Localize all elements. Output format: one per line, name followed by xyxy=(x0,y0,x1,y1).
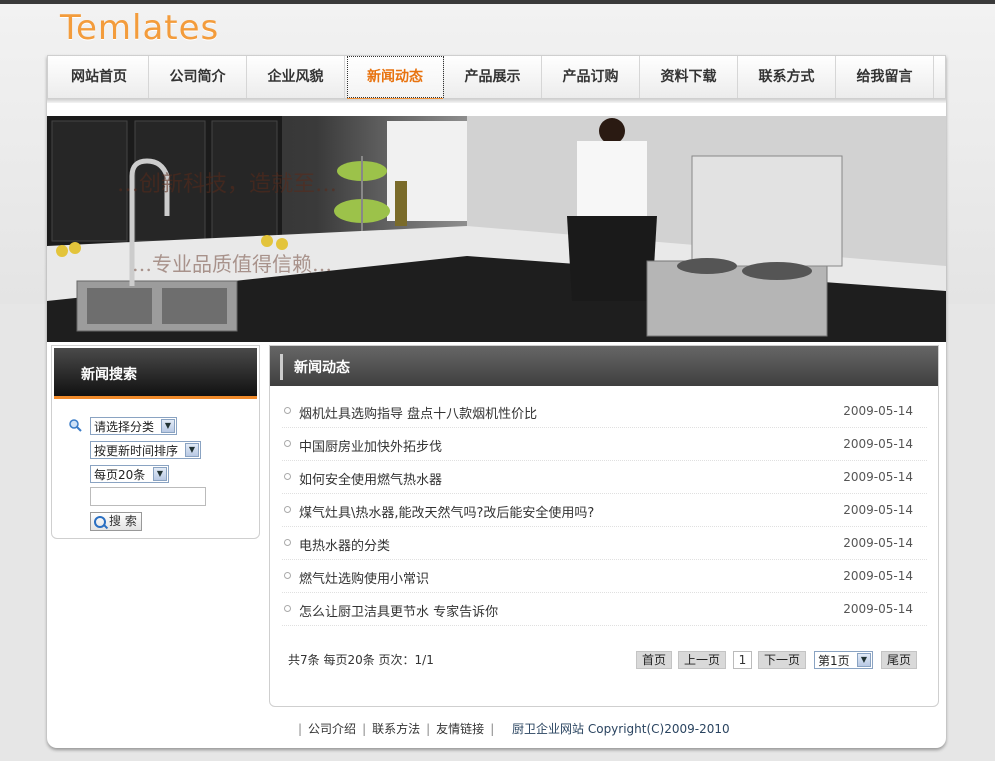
footer-link-contact[interactable]: 联系方法 xyxy=(372,722,420,736)
news-date: 2009-05-14 xyxy=(843,503,913,517)
news-list-header: 新闻动态 xyxy=(270,346,938,386)
pager-page-select-value: 第1页 xyxy=(818,654,850,668)
news-date: 2009-05-14 xyxy=(843,437,913,451)
footer-links: | 公司介绍 | 联系方法 | 友情链接 | xyxy=(292,720,500,737)
news-list-title: 新闻动态 xyxy=(294,360,350,376)
news-row: 烟机灶具选购指导 盘点十八款烟机性价比 2009-05-14 xyxy=(282,395,927,428)
banner-overlay-text-2: …专业品质值得信赖… xyxy=(132,252,332,276)
pager-page-select[interactable]: 第1页 ▼ xyxy=(814,651,873,669)
chevron-down-icon: ▼ xyxy=(185,443,199,457)
nav-products[interactable]: 产品展示 xyxy=(444,56,542,98)
banner-illustration: …创新科技，造就至… …专业品质值得信赖… xyxy=(47,116,946,342)
news-date: 2009-05-14 xyxy=(843,569,913,583)
search-icon xyxy=(69,419,82,432)
pager-first-button[interactable]: 首页 xyxy=(636,651,672,669)
news-date: 2009-05-14 xyxy=(843,602,913,616)
nav-shadow xyxy=(47,99,946,103)
nav-news[interactable]: 新闻动态 xyxy=(347,56,444,103)
nav-order[interactable]: 产品订购 xyxy=(542,56,640,98)
news-row: 怎么让厨卫洁具更节水 专家告诉你 2009-05-14 xyxy=(282,593,927,626)
search-button-label: 搜 索 xyxy=(109,514,137,528)
news-title-link[interactable]: 煤气灶具\热水器,能改天然气吗?改后能安全使用吗? xyxy=(299,502,594,521)
news-title-link[interactable]: 燃气灶选购使用小常识 xyxy=(299,568,429,587)
news-title-link[interactable]: 烟机灶具选购指导 盘点十八款烟机性价比 xyxy=(299,403,537,422)
pager-current-page: 1 xyxy=(733,651,752,669)
news-list-panel: 新闻动态 烟机灶具选购指导 盘点十八款烟机性价比 2009-05-14 中国厨房… xyxy=(269,345,939,707)
category-select-value: 请选择分类 xyxy=(94,420,155,434)
news-row: 煤气灶具\热水器,能改天然气吗?改后能安全使用吗? 2009-05-14 xyxy=(282,494,927,527)
news-row: 电热水器的分类 2009-05-14 xyxy=(282,527,927,560)
footer-link-friends[interactable]: 友情链接 xyxy=(436,722,484,736)
news-search-header: 新闻搜索 xyxy=(54,348,257,399)
bullet-icon xyxy=(284,605,291,612)
nav-message[interactable]: 给我留言 xyxy=(836,56,934,98)
news-title-link[interactable]: 如何安全使用燃气热水器 xyxy=(299,469,442,488)
footer-copyright-text: Copyright(C)2009-2010 xyxy=(587,722,730,736)
news-search-title: 新闻搜索 xyxy=(81,367,137,383)
pager-info: 共7条 每页20条 页次：1/1 xyxy=(288,653,434,667)
bullet-icon xyxy=(284,407,291,414)
header-accent-bar xyxy=(280,354,283,380)
nav-style[interactable]: 企业风貌 xyxy=(247,56,345,98)
news-date: 2009-05-14 xyxy=(843,404,913,418)
bullet-icon xyxy=(284,506,291,513)
news-row: 中国厨房业加快外拓步伐 2009-05-14 xyxy=(282,428,927,461)
news-row: 燃气灶选购使用小常识 2009-05-14 xyxy=(282,560,927,593)
news-row: 如何安全使用燃气热水器 2009-05-14 xyxy=(282,461,927,494)
pager-next-button[interactable]: 下一页 xyxy=(758,651,806,669)
search-button[interactable]: 搜 索 xyxy=(90,512,142,531)
bullet-icon xyxy=(284,473,291,480)
banner-kitchen-image: …创新科技，造就至… …专业品质值得信赖… xyxy=(47,116,946,342)
footer-separator: | xyxy=(490,722,495,736)
nav-about[interactable]: 公司简介 xyxy=(149,56,247,98)
pagesize-select[interactable]: 每页20条 ▼ xyxy=(90,465,169,483)
footer-separator: | xyxy=(426,722,431,736)
chevron-down-icon: ▼ xyxy=(153,467,167,481)
footer-copyright: 厨卫企业网站 Copyright(C)2009-2010 xyxy=(512,720,730,737)
chevron-down-icon: ▼ xyxy=(161,419,175,433)
footer-site-name: 厨卫企业网站 xyxy=(512,722,585,736)
sort-select-value: 按更新时间排序 xyxy=(94,444,179,458)
page-container: 网站首页 公司简介 企业风貌 新闻动态 产品展示 产品订购 资料下载 联系方式 … xyxy=(47,55,946,748)
footer-link-about[interactable]: 公司介绍 xyxy=(308,722,356,736)
main-nav: 网站首页 公司简介 企业风貌 新闻动态 产品展示 产品订购 资料下载 联系方式 … xyxy=(47,55,946,103)
pagesize-select-value: 每页20条 xyxy=(94,468,146,482)
news-date: 2009-05-14 xyxy=(843,470,913,484)
news-title-link[interactable]: 怎么让厨卫洁具更节水 专家告诉你 xyxy=(299,601,498,620)
sort-select[interactable]: 按更新时间排序 ▼ xyxy=(90,441,201,459)
chevron-down-icon: ▼ xyxy=(857,653,871,667)
news-title-link[interactable]: 电热水器的分类 xyxy=(299,535,390,554)
nav-home[interactable]: 网站首页 xyxy=(50,56,149,98)
nav-contact[interactable]: 联系方式 xyxy=(738,56,836,98)
footer-separator: | xyxy=(298,722,303,736)
pager-last-button[interactable]: 尾页 xyxy=(881,651,917,669)
magnifier-icon xyxy=(94,516,106,528)
news-search-panel: 新闻搜索 请选择分类 ▼ 按更新时间排序 ▼ 每页20条 ▼ 搜 索 xyxy=(51,345,260,539)
pager-prev-button[interactable]: 上一页 xyxy=(678,651,726,669)
bullet-icon xyxy=(284,440,291,447)
news-title-link[interactable]: 中国厨房业加快外拓步伐 xyxy=(299,436,442,455)
footer-separator: | xyxy=(362,722,367,736)
keyword-input[interactable] xyxy=(90,487,206,506)
category-select[interactable]: 请选择分类 ▼ xyxy=(90,417,177,435)
banner-overlay-text-1: …创新科技，造就至… xyxy=(117,172,337,197)
bullet-icon xyxy=(284,572,291,579)
site-logo[interactable]: Temlates xyxy=(60,8,219,48)
bullet-icon xyxy=(284,539,291,546)
news-date: 2009-05-14 xyxy=(843,536,913,550)
nav-download[interactable]: 资料下载 xyxy=(640,56,738,98)
